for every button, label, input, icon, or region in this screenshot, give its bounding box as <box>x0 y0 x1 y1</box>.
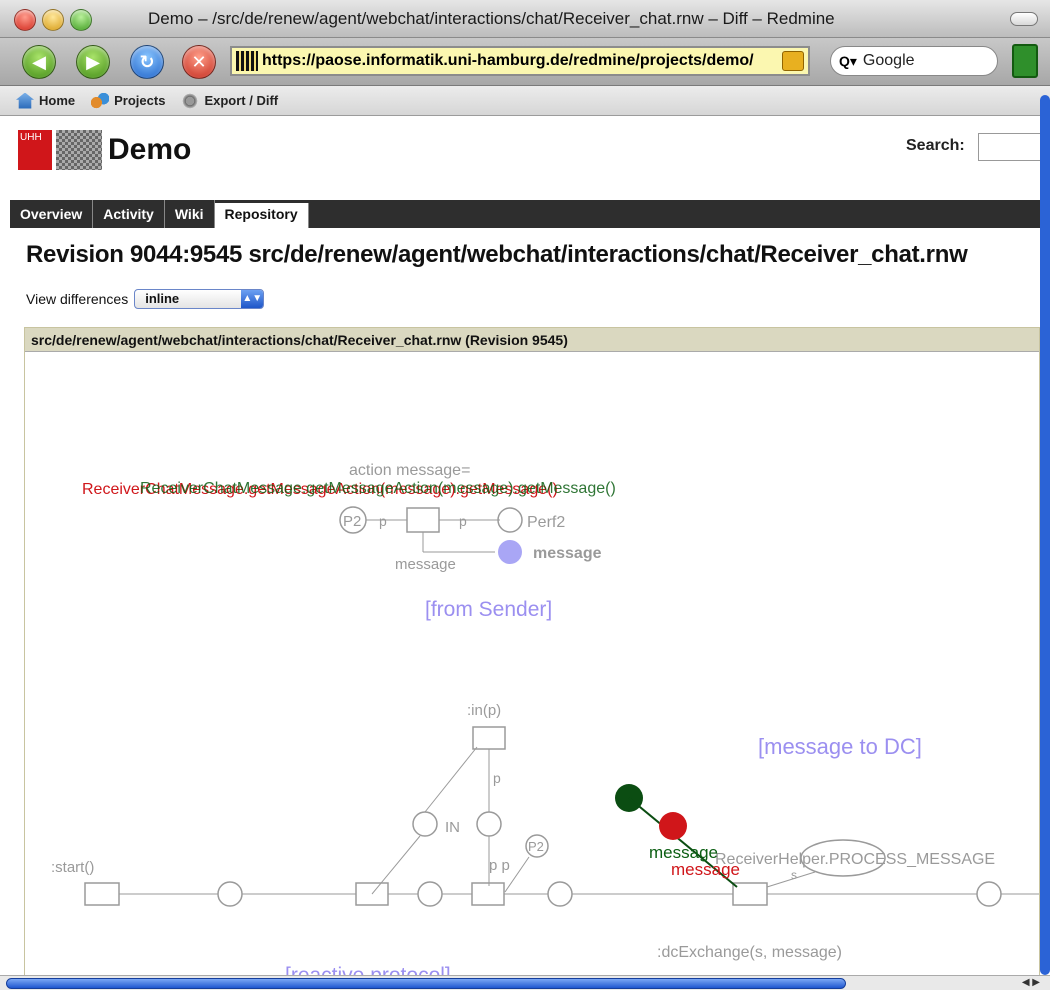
site-favicon-icon <box>236 51 258 71</box>
zoom-window-button[interactable] <box>70 9 92 31</box>
chevron-updown-icon: ▲▼ <box>241 290 264 308</box>
arrow-left-icon: ◀ <box>32 51 46 72</box>
bookmark-label: Home <box>39 93 76 108</box>
arc-label-p: p <box>459 513 467 529</box>
back-button[interactable]: ◀ <box>22 45 56 79</box>
scrollbar-thumb[interactable] <box>6 978 846 989</box>
place-started <box>217 881 243 907</box>
added-message-label: message <box>671 860 740 879</box>
tab-overview[interactable]: Overview <box>10 200 94 228</box>
stop-button[interactable]: ✕ <box>182 45 216 79</box>
diff-panel: src/de/renew/agent/webchat/interactions/… <box>24 327 1040 979</box>
arrow-right-icon: ▶ <box>86 51 100 72</box>
place-received <box>417 881 443 907</box>
in-label: IN <box>445 819 460 836</box>
uhh-logo[interactable]: UHH <box>18 130 52 170</box>
added-token-icon <box>659 812 687 840</box>
vertical-scrollbar[interactable] <box>1040 95 1050 975</box>
transition-dc-exchange <box>732 882 768 906</box>
place-message <box>498 540 522 564</box>
transition-process <box>471 882 505 906</box>
page-content: UHH Demo Search: Overview Activity Wiki … <box>10 117 1040 979</box>
toolbar-toggle-button[interactable] <box>1010 12 1038 26</box>
place-done <box>976 881 1002 907</box>
project-title[interactable]: Demo <box>108 133 191 167</box>
search-engine-box[interactable]: Q▾ Google <box>830 46 998 76</box>
project-logo <box>56 130 102 170</box>
dc-exchange-label: :dcExchange(s, message) <box>657 944 842 961</box>
action-label: action message= <box>349 462 470 479</box>
horizontal-scrollbar[interactable]: ◀ ▶ <box>0 975 1050 990</box>
from-sender-comment: [from Sender] <box>425 598 552 621</box>
browser-toolbar: ◀ ▶ ↻ ✕ https://paose.informatik.uni-ham… <box>0 38 1050 86</box>
diff-removed-text: ReceiverChatMessage.getMessageAction(mes… <box>140 480 616 497</box>
forward-button[interactable]: ▶ <box>76 45 110 79</box>
place-processed <box>547 881 573 907</box>
message-to-dc-comment: [message to DC] <box>758 734 922 759</box>
in-p-label: :in(p) <box>467 702 501 719</box>
address-bar[interactable]: https://paose.informatik.uni-hamburg.de/… <box>230 46 810 76</box>
reload-button[interactable]: ↻ <box>130 45 164 79</box>
view-differences-select[interactable]: inline ▲▼ <box>134 289 265 309</box>
place-in-token <box>476 811 502 837</box>
place-in <box>412 811 438 837</box>
tab-repository[interactable]: Repository <box>214 203 309 228</box>
transition-in <box>472 726 506 750</box>
window-title: Demo – /src/de/renew/agent/webchat/inter… <box>148 9 835 28</box>
perf2-label: Perf2 <box>527 514 565 531</box>
search-input[interactable] <box>978 133 1040 161</box>
arc-label-p: p <box>379 513 387 529</box>
search-label: Search: <box>906 137 965 154</box>
diff-file-header: src/de/renew/agent/webchat/interactions/… <box>25 328 1039 352</box>
s-label: s <box>791 868 797 882</box>
scroll-arrows-icon[interactable]: ◀ ▶ <box>1022 977 1040 988</box>
home-icon <box>16 92 34 109</box>
reload-icon: ↻ <box>139 51 155 72</box>
message-var-label: message <box>395 556 456 573</box>
lock-icon[interactable] <box>782 51 804 71</box>
bookmarks-bar: Home Projects Export / Diff <box>0 86 1050 116</box>
receiver-helper-label: ReceiverHelper.PROCESS_MESSAGE <box>715 851 995 868</box>
tab-activity[interactable]: Activity <box>93 200 165 228</box>
p2-label: P2 <box>343 513 361 530</box>
bookmark-projects[interactable]: Projects <box>91 92 166 109</box>
search-engine-name: Google <box>862 52 915 69</box>
petri-net-diagram: action message= ReceiverChatMessage.getM… <box>51 462 1039 979</box>
window-titlebar: Demo – /src/de/renew/agent/webchat/inter… <box>0 0 1050 38</box>
view-differences-label: View differences <box>26 291 129 307</box>
place-perf2 <box>497 507 523 533</box>
url-text: https://paose.informatik.uni-hamburg.de/… <box>262 52 754 69</box>
bookmark-export-diff[interactable]: Export / Diff <box>181 92 279 109</box>
bookmark-home[interactable]: Home <box>16 92 76 109</box>
project-tabs: Overview Activity Wiki Repository <box>10 200 1040 228</box>
view-differences-value: inline <box>145 291 180 306</box>
arc-label-p: p <box>493 770 501 786</box>
pp-label: p p <box>489 857 510 874</box>
transition-start <box>84 882 120 906</box>
search-icon: Q▾ <box>839 52 857 69</box>
start-label: :start() <box>51 859 94 876</box>
minimize-window-button[interactable] <box>42 9 64 31</box>
p2-lower-label: P2 <box>528 839 544 854</box>
gear-icon <box>181 92 200 109</box>
bookmark-label: Projects <box>114 93 166 108</box>
page-title: Revision 9044:9545 src/de/renew/agent/we… <box>26 241 968 268</box>
transition-action <box>406 507 440 533</box>
bookmark-icon[interactable] <box>1012 44 1038 78</box>
message-place-label: message <box>533 545 602 562</box>
projects-icon <box>91 92 110 109</box>
view-differences-row: View differences inline ▲▼ <box>26 289 265 309</box>
tab-wiki[interactable]: Wiki <box>165 200 215 228</box>
close-window-button[interactable] <box>14 9 36 31</box>
close-icon: ✕ <box>191 51 207 72</box>
bookmark-label: Export / Diff <box>204 93 279 108</box>
